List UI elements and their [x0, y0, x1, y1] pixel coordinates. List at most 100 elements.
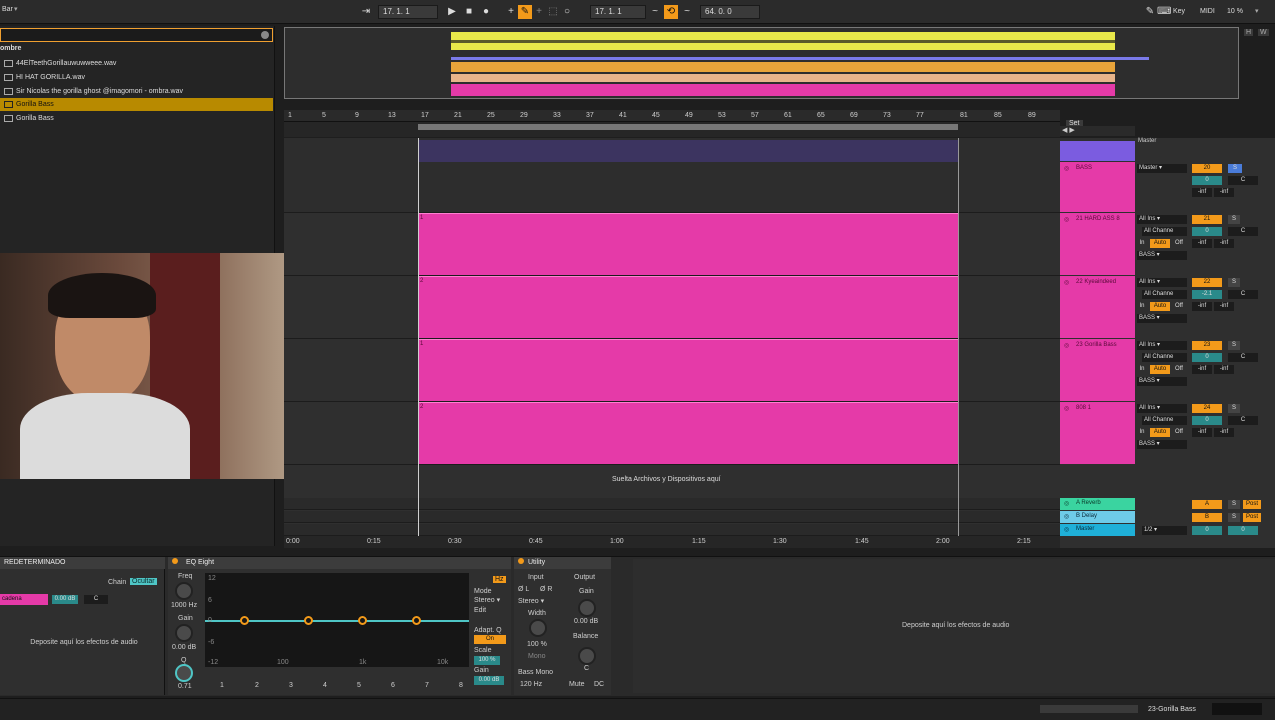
output-select[interactable]: BASS ▾: [1137, 440, 1187, 449]
output-select[interactable]: BASS ▾: [1137, 251, 1187, 260]
midi-map-button[interactable]: MIDI: [1200, 8, 1215, 15]
volume-field[interactable]: 0: [1192, 416, 1222, 425]
output-select[interactable]: BASS ▾: [1137, 314, 1187, 323]
fold-icon[interactable]: ◎: [1064, 165, 1069, 172]
midi-clip[interactable]: 2: [418, 276, 958, 338]
track-header-bass[interactable]: ◎ BASS: [1060, 162, 1135, 212]
phase-right-toggle[interactable]: Ø R: [540, 586, 552, 593]
fold-icon[interactable]: ◎: [1064, 513, 1069, 520]
freq-value[interactable]: 1000 Hz: [171, 602, 197, 609]
show-hide-w[interactable]: W: [1258, 29, 1269, 36]
eq-band-handle[interactable]: [358, 616, 367, 625]
browser-item[interactable]: 44ElTeethGorillauwuwweee.wav: [0, 57, 273, 70]
output-select[interactable]: BASS ▾: [1137, 377, 1187, 386]
track-header[interactable]: ◎ 22 Kyeaindeed: [1060, 276, 1135, 338]
status-scroll[interactable]: [1040, 705, 1138, 713]
computer-keyboard-icon[interactable]: ⌨: [1157, 5, 1171, 19]
midi-clip[interactable]: 1: [418, 339, 958, 401]
track-activator[interactable]: 22: [1192, 278, 1222, 287]
volume-field[interactable]: 0: [1192, 227, 1222, 236]
follow-icon[interactable]: ⇥: [359, 5, 373, 19]
solo-button[interactable]: S: [1228, 164, 1242, 173]
track-name[interactable]: 21 HARD ASS 8: [1076, 216, 1120, 222]
punch-out-icon[interactable]: ~: [680, 5, 694, 19]
pan-field[interactable]: C: [1228, 353, 1258, 362]
monitor-auto[interactable]: Auto: [1150, 302, 1170, 311]
arrangement-view[interactable]: 1 2 1 2 Suelta Archivos y Dispositivos a…: [284, 138, 1060, 536]
solo-button[interactable]: S: [1228, 500, 1240, 509]
track-name[interactable]: BASS: [1076, 165, 1092, 171]
time-ruler[interactable]: 0:00 0:15 0:30 0:45 1:00 1:15 1:30 1:45 …: [284, 536, 1060, 548]
band-toggle[interactable]: 7: [425, 682, 429, 689]
return-track-header[interactable]: ◎ B Delay: [1060, 511, 1135, 523]
track-activator[interactable]: 21: [1192, 215, 1222, 224]
utility-gain-knob[interactable]: [578, 599, 596, 617]
chain-volume[interactable]: 0.00 dB: [52, 595, 78, 604]
track-header[interactable]: ◎ 23 Gorilla Bass: [1060, 339, 1135, 401]
overdub-icon[interactable]: +: [504, 5, 518, 19]
mono-toggle[interactable]: Mono: [528, 653, 546, 660]
return-lane-b[interactable]: [284, 511, 1060, 523]
balance-value[interactable]: C: [584, 665, 589, 672]
track-activator[interactable]: 24: [1192, 404, 1222, 413]
oversample-toggle[interactable]: Hz: [493, 576, 506, 583]
group-clip-summary[interactable]: [418, 140, 958, 162]
show-hide-h[interactable]: H: [1244, 29, 1254, 36]
monitor-in[interactable]: In: [1137, 239, 1147, 248]
browser-item[interactable]: HI HAT GORILLA.wav: [0, 71, 273, 84]
input-channel-select[interactable]: All Channe: [1142, 227, 1187, 236]
band-toggle[interactable]: 6: [391, 682, 395, 689]
device-on-icon[interactable]: [172, 558, 178, 564]
phase-left-toggle[interactable]: Ø L: [518, 586, 529, 593]
output-gain-value[interactable]: 0.00 dB: [474, 676, 504, 685]
track-name[interactable]: 22 Kyeaindeed: [1076, 279, 1116, 285]
monitor-off[interactable]: Off: [1172, 428, 1186, 437]
pan-field[interactable]: C: [1228, 416, 1258, 425]
fold-icon[interactable]: ◎: [1064, 342, 1069, 349]
track-lane[interactable]: 2: [284, 276, 1060, 339]
chain-pan[interactable]: C: [84, 595, 108, 604]
stereo-select[interactable]: Stereo ▾: [518, 597, 544, 605]
arrangement-position[interactable]: 17. 1. 1: [378, 5, 438, 19]
eq-band-handle[interactable]: [412, 616, 421, 625]
master-track-header[interactable]: ◎ Master: [1060, 524, 1135, 536]
cue-out-select[interactable]: 1/2 ▾: [1142, 526, 1187, 535]
track-lane[interactable]: 2: [284, 402, 1060, 465]
loop-length[interactable]: 64. 0. 0: [700, 5, 760, 19]
browser-item-selected[interactable]: Gorilla Bass: [0, 98, 273, 111]
mini-track-view[interactable]: [1212, 703, 1262, 715]
volume-field[interactable]: -2.1: [1192, 290, 1222, 299]
capture-icon[interactable]: ⬚: [546, 5, 560, 19]
input-channel-select[interactable]: All Channe: [1142, 416, 1187, 425]
cue-volume[interactable]: 0: [1228, 526, 1258, 535]
input-type-select[interactable]: All Ins ▾: [1137, 404, 1187, 413]
track-name[interactable]: 23 Gorilla Bass: [1076, 342, 1117, 348]
mute-toggle[interactable]: Mute: [569, 681, 585, 688]
pan-field[interactable]: C: [1228, 290, 1258, 299]
adapt-q-toggle[interactable]: On: [474, 635, 506, 644]
band-toggle[interactable]: 2: [255, 682, 259, 689]
freq-knob[interactable]: [175, 582, 193, 600]
monitor-off[interactable]: Off: [1172, 365, 1186, 374]
pre-post-button[interactable]: Post: [1243, 513, 1261, 522]
chevron-down-icon[interactable]: ▾: [14, 5, 18, 13]
q-value[interactable]: 0.71: [178, 683, 192, 690]
solo-button[interactable]: S: [1228, 404, 1240, 413]
solo-button[interactable]: S: [1228, 341, 1240, 350]
master-lane[interactable]: [284, 524, 1060, 536]
midi-clip[interactable]: 2: [418, 402, 958, 464]
width-knob[interactable]: [529, 619, 547, 637]
track-lane-bass[interactable]: [284, 138, 1060, 213]
beat-ruler[interactable]: 1 5 9 13 17 21 25 29 33 37 41 45 49 53 5…: [284, 110, 1060, 122]
clear-icon[interactable]: [261, 31, 269, 39]
dc-toggle[interactable]: DC: [594, 681, 604, 688]
utility-gain-value[interactable]: 0.00 dB: [574, 618, 598, 625]
q-knob[interactable]: [175, 664, 193, 682]
device-on-icon[interactable]: [518, 558, 524, 564]
scale-value[interactable]: 100 %: [474, 656, 500, 665]
fold-icon[interactable]: ◎: [1064, 279, 1069, 286]
stop-icon[interactable]: ■: [462, 5, 476, 19]
fold-icon[interactable]: ◎: [1064, 526, 1069, 533]
track-activator[interactable]: 20: [1192, 164, 1222, 173]
record-icon[interactable]: ●: [479, 5, 493, 19]
